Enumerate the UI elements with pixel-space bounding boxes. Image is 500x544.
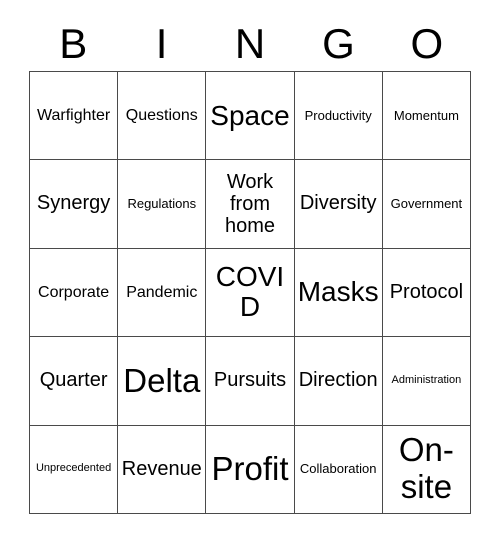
bingo-cell-label: Unprecedented [35,462,112,475]
header-letter-g: G [322,20,355,67]
bingo-cell-label: Diversity [299,192,377,215]
bingo-cell[interactable]: Delta [118,337,207,426]
bingo-cell-label: Pandemic [126,283,198,301]
bingo-cell-label: Productivity [304,107,372,123]
bingo-cell[interactable]: Quarter [30,337,119,426]
bingo-cell[interactable]: Diversity [294,160,383,249]
bingo-cell[interactable]: Unprecedented [30,425,119,514]
bingo-cell-label: Direction [298,369,378,392]
bingo-cell[interactable]: Masks [294,248,383,338]
bingo-cell-label: Corporate [38,283,110,301]
bingo-cell[interactable]: Warfighter [30,72,119,161]
bingo-cell[interactable]: On-site [382,425,471,514]
bingo-cell-label: Questions [125,107,198,125]
bingo-cell-label: Administration [391,373,462,386]
bingo-cell-label: Protocol [389,280,464,303]
bingo-cell-label: Space [210,99,290,131]
bingo-card: B I N G O Warfighter Questions Space Pro… [0,0,500,544]
bingo-cell[interactable]: Collaboration [294,425,383,514]
bingo-cell[interactable]: COVID [206,248,295,338]
bingo-cell[interactable]: Protocol [382,248,471,338]
bingo-cell-label: Quarter [39,369,108,392]
bingo-cell[interactable]: Regulations [118,160,207,249]
bingo-cell-label: Regulations [127,196,197,212]
bingo-cell-label: Pursuits [213,369,287,392]
header-letter-b: B [59,20,88,67]
bingo-cell[interactable]: Government [382,160,471,249]
bingo-cell[interactable]: Pandemic [118,248,207,338]
bingo-cell[interactable]: Direction [294,337,383,426]
bingo-cell-label: Revenue [121,457,202,480]
bingo-cell-label: Work from home [224,170,275,238]
bingo-cell[interactable]: Synergy [30,160,119,249]
header-letter-o: O [410,20,444,67]
bingo-cell-label: Warfighter [36,107,111,125]
bingo-cell-label: Government [390,196,463,212]
bingo-cell[interactable]: Questions [118,72,207,161]
bingo-cell[interactable]: Administration [382,337,471,426]
bingo-cell[interactable]: Space [206,72,295,161]
bingo-cell[interactable]: Pursuits [206,337,295,426]
header-letter-i: I [155,20,168,67]
bingo-cell-label: Masks [297,276,379,308]
bingo-cell-label: Momentum [393,107,459,123]
bingo-header-row: B I N G O [29,18,471,70]
bingo-cell-label: Collaboration [299,461,377,477]
bingo-grid: Warfighter Questions Space Productivity … [29,71,471,514]
bingo-cell-label: Profit [211,450,289,488]
bingo-cell[interactable]: Corporate [30,248,119,338]
bingo-cell-label: Synergy [36,192,111,215]
bingo-cell-label: Delta [123,362,201,400]
bingo-cell[interactable]: Work from home [206,160,295,249]
bingo-cell[interactable]: Productivity [294,72,383,161]
bingo-cell[interactable]: Profit [206,425,295,514]
bingo-cell-label: On-site [398,431,454,506]
bingo-cell[interactable]: Momentum [382,72,471,161]
bingo-cell-label: COVID [215,261,285,323]
bingo-cell[interactable]: Revenue [118,425,207,514]
header-letter-n: N [234,20,266,67]
